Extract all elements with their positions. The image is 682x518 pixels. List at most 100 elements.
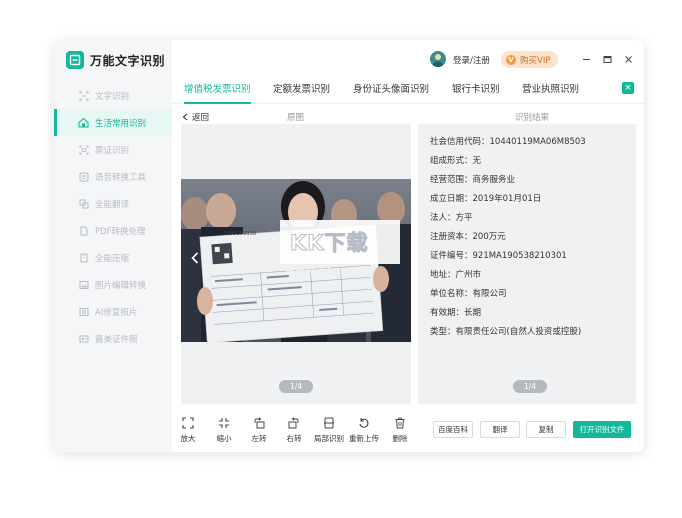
back-label: 返回 xyxy=(192,113,210,123)
zoom-out-icon xyxy=(208,416,240,430)
sidebar-item-compress[interactable]: 全能压缩 xyxy=(54,244,172,271)
sidebar-item-ticket-recognition[interactable]: 票证识别 xyxy=(54,136,172,163)
sidebar-item-label: 票证识别 xyxy=(95,145,130,156)
microphone-icon xyxy=(78,171,89,182)
result-line: 社会信用代码：10440119MA06M8503 xyxy=(430,137,586,147)
rotate-left-label: 左转 xyxy=(251,434,267,443)
app-window: 万能文字识别 文字识别 生活常用识别 票证识别 语音转换工具 全能翻译 PDF转… xyxy=(54,40,644,452)
sidebar-item-id-photo[interactable]: 最美证件照 xyxy=(54,325,172,352)
app-logo: 万能文字识别 xyxy=(66,51,165,69)
result-line: 单位名称：有限公司 xyxy=(430,289,507,299)
reupload-icon xyxy=(348,416,380,430)
sidebar-item-label: PDF转换处理 xyxy=(95,226,146,237)
translate-icon xyxy=(78,198,89,209)
ticket-icon xyxy=(78,144,89,155)
ai-photo-icon xyxy=(78,306,89,317)
tab-bank-card[interactable]: 银行卡识别 xyxy=(452,81,500,104)
sidebar-item-label: 语音转换工具 xyxy=(95,172,147,183)
prev-image-icon[interactable] xyxy=(191,252,199,267)
result-line: 经营范围：商务服务业 xyxy=(430,175,516,185)
tab-business-license[interactable]: 营业执照识别 xyxy=(522,81,579,104)
zoom-out-label: 缩小 xyxy=(216,434,232,443)
partial-recognize-label: 局部识别 xyxy=(314,434,344,443)
sidebar-item-label: 生活常用识别 xyxy=(95,118,147,129)
login-link[interactable]: 登录/注册 xyxy=(453,54,490,66)
image-icon xyxy=(78,279,89,290)
app-title: 万能文字识别 xyxy=(90,53,166,68)
sidebar-item-ai-photo[interactable]: AI修复照片 xyxy=(54,298,172,325)
sidebar-item-label: AI修复照片 xyxy=(95,307,138,318)
rotate-right-button[interactable]: 右转 xyxy=(278,416,310,444)
buy-vip-label: 购买VIP xyxy=(520,55,551,66)
result-line: 类型：有限责任公司(自然人投资或控股) xyxy=(430,327,582,337)
compress-icon xyxy=(78,252,89,263)
sidebar-item-voice-tools[interactable]: 语音转换工具 xyxy=(54,163,172,190)
result-line: 成立日期：2019年01月01日 xyxy=(430,194,542,204)
sidebar-item-label: 文字识别 xyxy=(95,91,130,102)
trash-icon xyxy=(384,416,416,430)
sidebar-item-translate[interactable]: 全能翻译 xyxy=(54,190,172,217)
zoom-in-button[interactable]: 放大 xyxy=(172,416,204,444)
avatar[interactable] xyxy=(430,51,446,67)
buy-vip-button[interactable]: V 购买VIP xyxy=(501,51,559,68)
reupload-button[interactable]: 重新上传 xyxy=(348,416,380,444)
close-icon[interactable] xyxy=(622,53,634,65)
result-line: 组成形式：无 xyxy=(430,156,482,166)
minimize-icon[interactable] xyxy=(580,53,592,65)
rotate-right-icon xyxy=(278,416,310,430)
sidebar-item-life-recognition[interactable]: 生活常用识别 xyxy=(54,109,172,136)
result-panel: 社会信用代码：10440119MA06M8503 组成形式：无 经营范围：商务服… xyxy=(418,124,636,404)
chevron-left-icon xyxy=(182,113,188,121)
sidebar-item-label: 最美证件照 xyxy=(95,334,138,345)
title-bar: 登录/注册 V 购买VIP xyxy=(172,40,644,76)
zoom-out-button[interactable]: 缩小 xyxy=(208,416,240,444)
back-button[interactable]: 返回 xyxy=(182,111,209,123)
result-title: 识别结果 xyxy=(515,113,550,123)
watermark: KK下载 xyxy=(280,220,400,264)
open-result-file-button[interactable]: 打开识别文件 xyxy=(573,421,631,438)
rotate-right-label: 右转 xyxy=(286,434,302,443)
tab-vat-invoice[interactable]: 增值税发票识别 xyxy=(184,81,251,104)
result-pager: 1/4 xyxy=(513,380,547,393)
partial-recognize-icon xyxy=(313,416,345,430)
reupload-label: 重新上传 xyxy=(349,434,379,443)
invoice-number: 1000153338 xyxy=(223,231,256,237)
result-line: 有效期：长期 xyxy=(430,308,482,318)
recognition-tabs: 增值税发票识别 定额发票识别 身份证头像面识别 银行卡识别 营业执照识别 × xyxy=(172,76,644,104)
sidebar-item-text-recognition[interactable]: 文字识别 xyxy=(54,82,172,109)
logo-icon xyxy=(66,51,84,69)
vip-icon: V xyxy=(506,54,516,65)
zoom-in-icon xyxy=(172,416,204,430)
result-line: 法人：方平 xyxy=(430,213,473,223)
tab-id-card[interactable]: 身份证头像面识别 xyxy=(353,81,429,104)
translate-button[interactable]: 翻译 xyxy=(480,421,520,438)
watermark-url: www.kkx.net xyxy=(285,266,370,277)
image-pager: 1/4 xyxy=(279,380,313,393)
pdf-icon xyxy=(78,225,89,236)
sidebar-item-label: 全能压缩 xyxy=(95,253,130,264)
rotate-left-icon xyxy=(243,416,275,430)
delete-button[interactable]: 删除 xyxy=(384,416,416,444)
maximize-icon[interactable] xyxy=(601,53,613,65)
result-line: 证件编号：921MA190538210301 xyxy=(430,251,567,261)
original-image-panel: 1000153338 KK下载 www.kkx.net 1/4 xyxy=(181,124,411,404)
tab-close-icon[interactable]: × xyxy=(622,82,634,94)
rotate-left-button[interactable]: 左转 xyxy=(243,416,275,444)
sidebar-item-label: 图片编辑转换 xyxy=(95,280,147,291)
sidebar-item-label: 全能翻译 xyxy=(95,199,130,210)
scan-icon xyxy=(78,90,89,101)
delete-label: 删除 xyxy=(392,434,408,443)
partial-recognize-button[interactable]: 局部识别 xyxy=(313,416,345,444)
sidebar: 万能文字识别 文字识别 生活常用识别 票证识别 语音转换工具 全能翻译 PDF转… xyxy=(54,40,172,452)
zoom-in-label: 放大 xyxy=(180,434,196,443)
home-icon xyxy=(78,117,89,128)
tab-fixed-invoice[interactable]: 定额发票识别 xyxy=(273,81,330,104)
baidu-baike-button[interactable]: 百度百科 xyxy=(433,421,473,438)
sidebar-nav: 文字识别 生活常用识别 票证识别 语音转换工具 全能翻译 PDF转换处理 全能压… xyxy=(54,82,172,352)
result-line: 地址：广州市 xyxy=(430,270,482,280)
copy-button[interactable]: 复制 xyxy=(526,421,566,438)
sidebar-item-pdf[interactable]: PDF转换处理 xyxy=(54,217,172,244)
result-line: 注册资本：200万元 xyxy=(430,232,506,242)
sidebar-item-image-edit[interactable]: 图片编辑转换 xyxy=(54,271,172,298)
id-photo-icon xyxy=(78,333,89,344)
